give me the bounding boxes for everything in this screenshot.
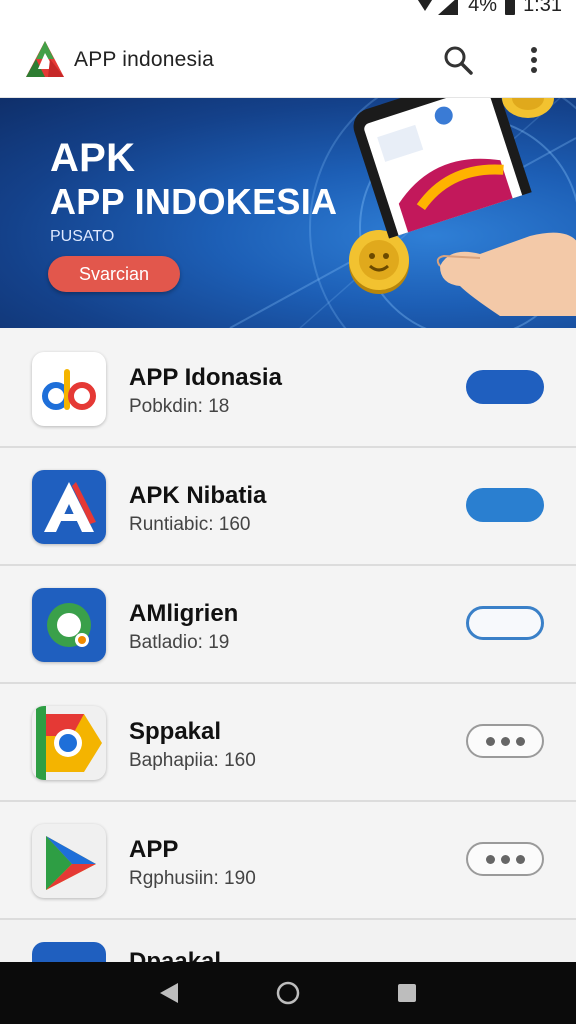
app-meta: Pobkdin: 18 [129,396,230,417]
list-item[interactable]: APP Idonasia Pobkdin: 18 [0,330,576,448]
more-options-button[interactable] [466,842,544,876]
list-item[interactable]: Sppakal Baphapiia: 160 [0,684,576,802]
battery-text: 4% [468,0,498,16]
app-name: APP Idonasia [129,364,282,391]
dot-icon [500,854,510,864]
play-logo-icon [46,836,96,890]
status-bar: 4% 1:31 [0,0,576,22]
app-icon [32,706,106,780]
dot-icon [515,736,525,746]
app-icon [32,588,106,662]
home-icon[interactable] [275,980,301,1006]
banner-cta-button[interactable]: Svarcian [48,256,180,292]
app-name: APP [129,836,179,863]
app-list: APP Idonasia Pobkdin: 18 APK Nibatia Run… [0,330,576,920]
search-button[interactable] [438,40,478,80]
dot-icon [485,736,495,746]
dot-icon [500,736,510,746]
open-button[interactable] [466,606,544,640]
app-meta: Runtiabic: 160 [129,514,251,535]
ring-logo-icon [47,603,91,647]
screen: 4% 1:31 APP indonesia APK APP INDOKESIA … [0,0,576,1024]
dot-icon [515,854,525,864]
search-icon [444,46,473,75]
app-meta: Batladio: 19 [129,632,230,653]
list-item[interactable]: APK Nibatia Runtiabic: 160 [0,448,576,566]
app-logo-icon [26,40,64,77]
list-item[interactable]: AMligrien Batladio: 19 [0,566,576,684]
install-button[interactable] [466,488,544,522]
install-button[interactable] [466,370,544,404]
signal-icon [418,0,459,15]
battery-icon [505,0,516,15]
banner-title-line1: APK [50,136,136,180]
app-icon [32,824,106,898]
app-meta: Rgphusiin: 190 [129,868,256,889]
do-logo-icon [42,369,96,410]
more-vert-icon [531,47,537,73]
hand-illustration [436,232,576,316]
browser-logo-icon [36,706,102,780]
list-item[interactable]: APP Rgphusiin: 190 [0,802,576,920]
recents-icon[interactable] [396,982,418,1004]
a-letter-icon [44,482,96,532]
clock: 1:31 [523,0,562,16]
overflow-menu-button[interactable] [514,40,554,80]
banner-subtitle: PUSATO [50,228,115,245]
app-meta: Baphapiia: 160 [129,750,256,771]
app-title: APP indonesia [74,47,214,71]
app-name: APK Nibatia [129,482,267,509]
app-bar: APP indonesia [0,22,576,98]
banner-title-line2: APP INDOKESIA [50,181,338,222]
dot-icon [485,854,495,864]
back-icon[interactable] [158,981,180,1005]
app-icon [32,470,106,544]
app-icon [32,352,106,426]
app-name: AMligrien [129,600,239,627]
status-icons: 4% 1:31 [416,0,562,17]
app-bar-actions [438,40,554,80]
app-name: Sppakal [129,718,222,745]
promo-banner[interactable]: APK APP INDOKESIA PUSATO Svarcian [0,98,576,328]
system-nav-bar [0,962,576,1024]
more-options-button[interactable] [466,724,544,758]
